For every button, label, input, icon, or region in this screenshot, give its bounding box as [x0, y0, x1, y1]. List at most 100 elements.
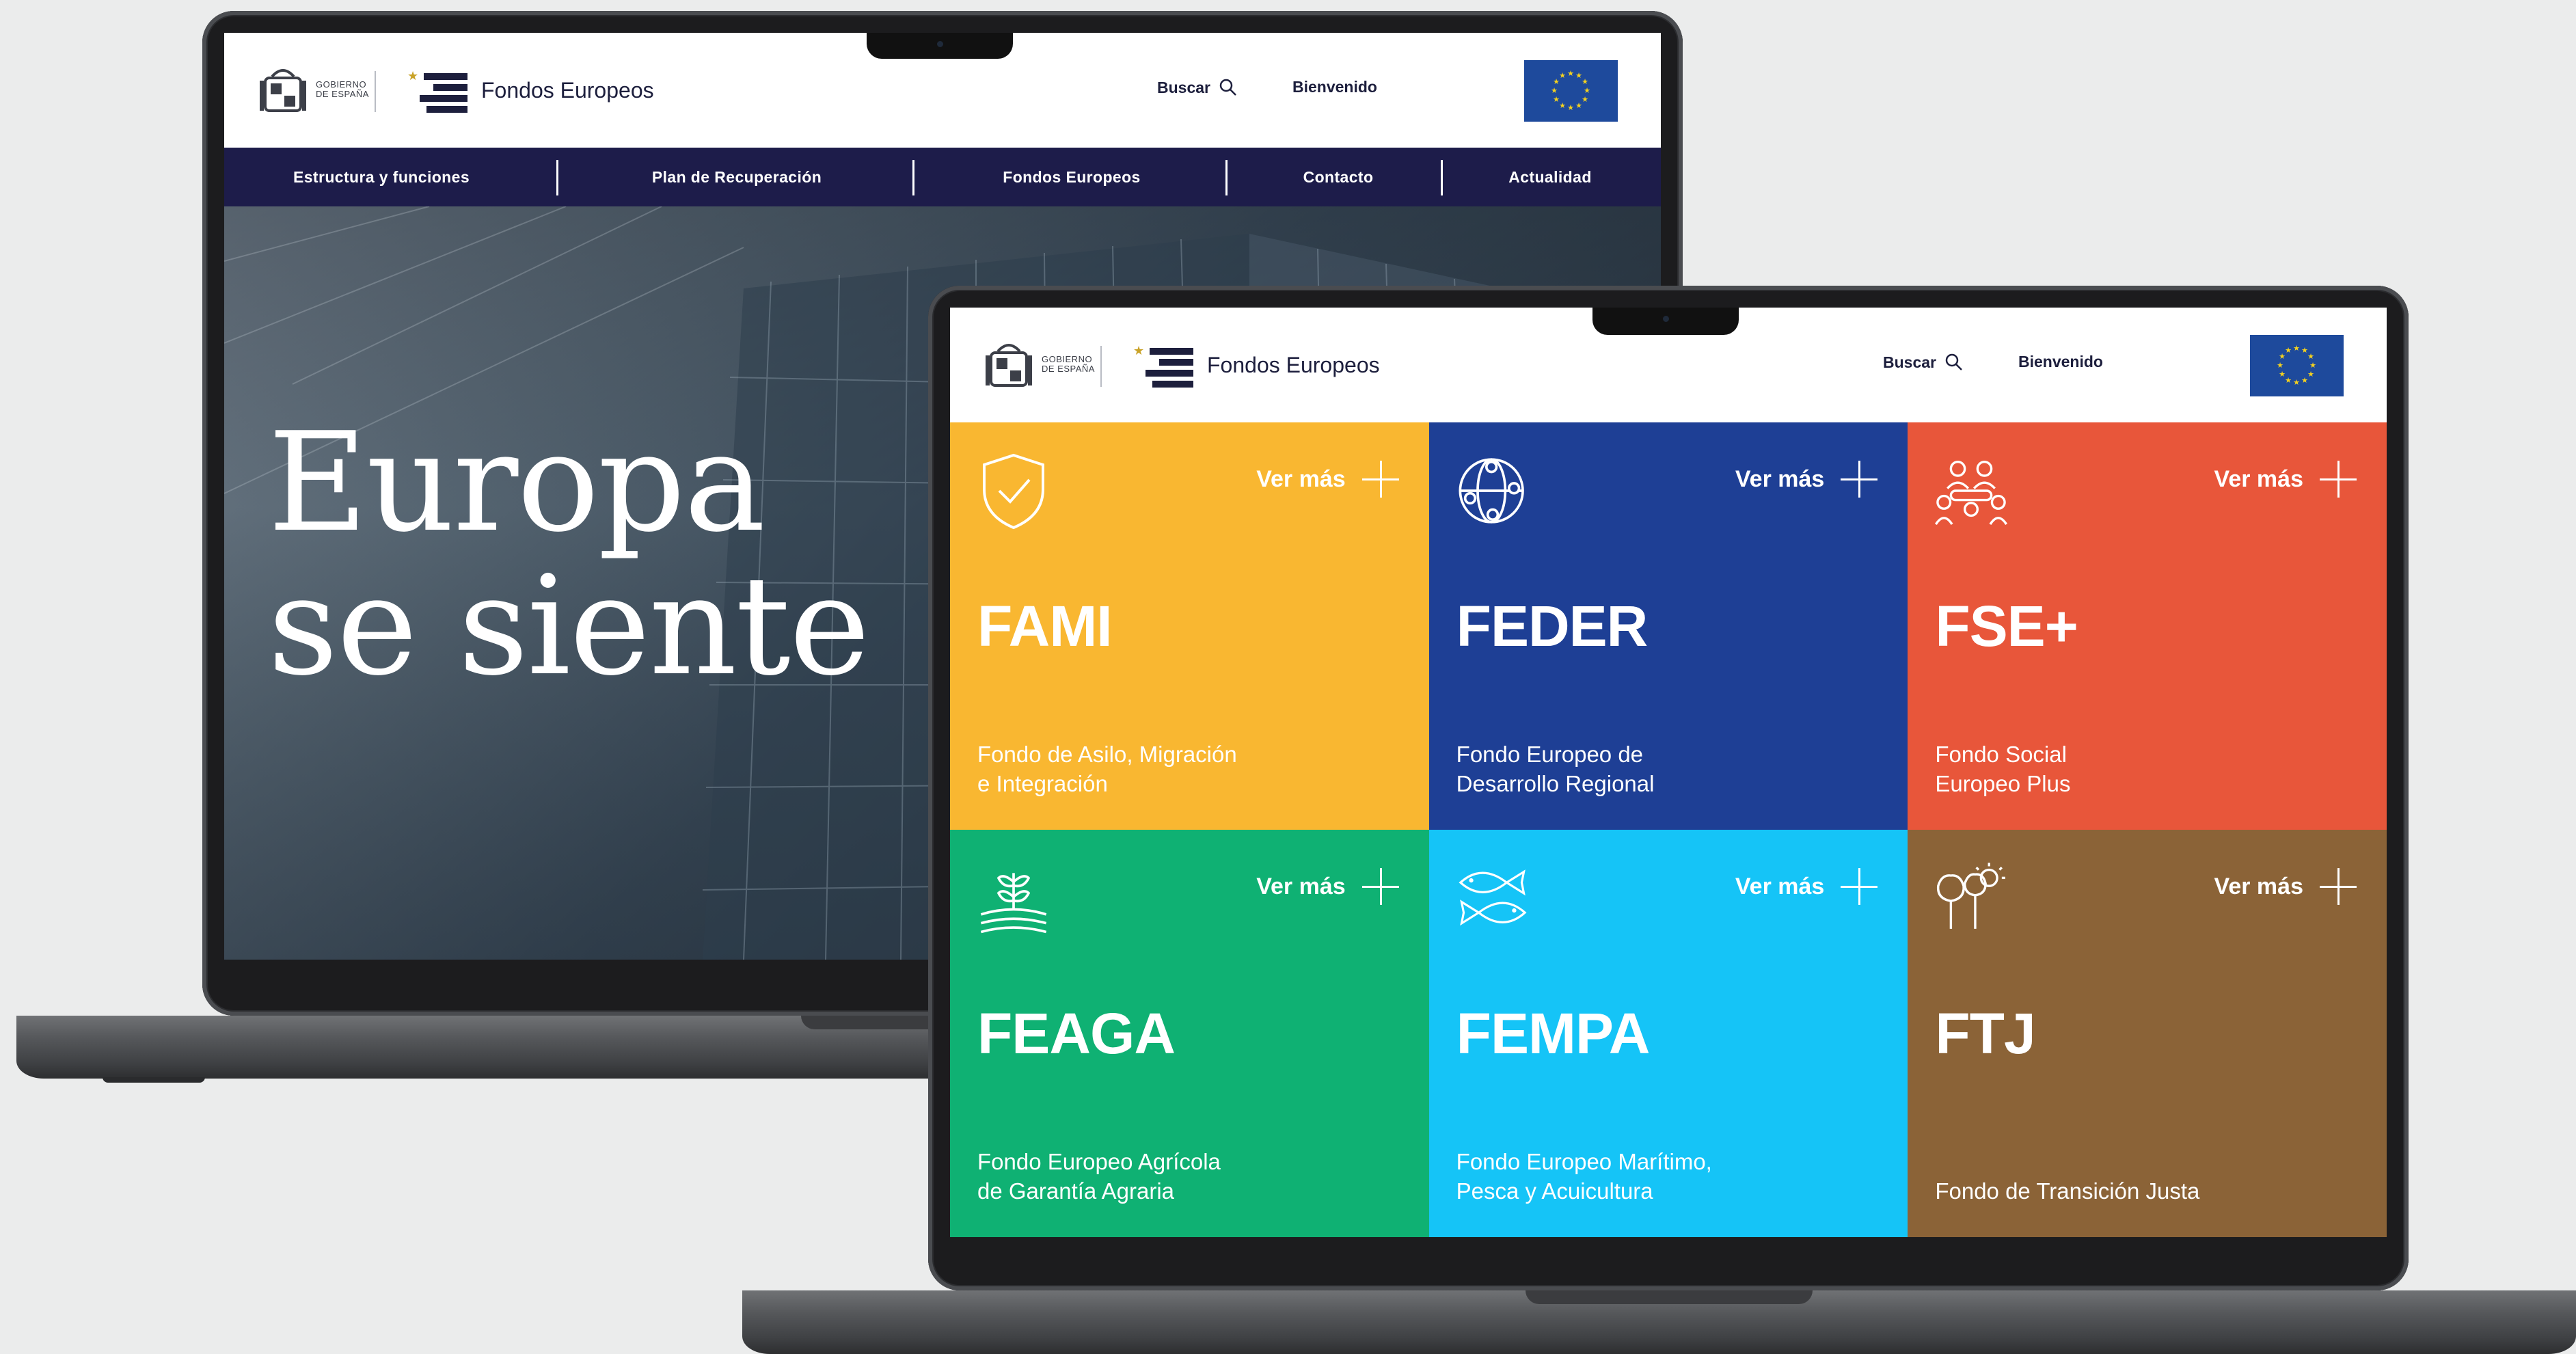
fund-name-line2: de Garantía Agraria — [977, 1178, 1175, 1204]
fund-code: FSE+ — [1935, 594, 2078, 658]
search-icon — [1945, 353, 1962, 370]
fund-name: Fondo Europeo Marítimo, Pesca y Acuicult… — [1456, 1147, 1812, 1206]
nav-item-estructura[interactable]: Estructura y funciones — [224, 168, 539, 187]
fund-name: Fondo Europeo de Desarrollo Regional — [1456, 740, 1812, 798]
fund-name-line2: Pesca y Acuicultura — [1456, 1178, 1653, 1204]
fund-name: Fondo Social Europeo Plus — [1935, 740, 2290, 798]
svg-text:★: ★ — [1559, 102, 1566, 110]
ver-mas-label: Ver más — [1256, 465, 1346, 492]
nav-item-contacto[interactable]: Contacto — [1236, 168, 1441, 187]
svg-text:★: ★ — [1553, 96, 1560, 104]
fund-name-line1: Fondo de Transición Justa — [1935, 1178, 2200, 1204]
gov-line2: DE ESPAÑA — [1042, 364, 1095, 374]
fund-card-fami[interactable]: Ver más FAMI Fondo de Asilo, Migración e… — [950, 422, 1429, 830]
site-title: Fondos Europeos — [481, 77, 654, 103]
svg-text:★: ★ — [2301, 377, 2308, 385]
plus-icon — [1361, 868, 1399, 905]
sprout-field-icon — [980, 873, 1047, 934]
fund-code: FEMPA — [1456, 1001, 1651, 1066]
svg-text:★: ★ — [1582, 96, 1588, 104]
nav-item-plan-recuperacion[interactable]: Plan de Recuperación — [566, 168, 908, 187]
ver-mas-link[interactable]: Ver más — [1256, 461, 1399, 498]
shield-check-icon — [983, 453, 1044, 530]
search-link[interactable]: Buscar — [1157, 78, 1238, 97]
fund-code: FEDER — [1456, 594, 1649, 658]
fund-card-feder[interactable]: Ver más FEDER Fondo Europeo de Desarroll… — [1428, 422, 1908, 830]
plus-icon — [1841, 461, 1878, 498]
people-meeting-icon — [1935, 461, 2008, 526]
nav-separator — [912, 160, 914, 195]
main-nav: Estructura y funciones Plan de Recuperac… — [224, 148, 1661, 206]
fondos-europeos-logo[interactable]: ★ Fondos Europeos — [406, 63, 654, 118]
fund-card-feaga[interactable]: Ver más FEAGA Fondo Europeo Agrícola de … — [950, 830, 1429, 1237]
coat-of-arms-icon — [986, 344, 1032, 387]
svg-text:★: ★ — [1559, 72, 1566, 80]
fund-code: FEAGA — [977, 1001, 1176, 1066]
fund-name: Fondo de Transición Justa — [1935, 1176, 2290, 1206]
svg-text:★: ★ — [2279, 370, 2286, 379]
coat-of-arms-icon — [260, 69, 306, 112]
ver-mas-link[interactable]: Ver más — [2214, 868, 2357, 905]
search-icon — [1219, 79, 1236, 96]
fund-name-line2: Desarrollo Regional — [1456, 771, 1655, 796]
nav-item-actualidad[interactable]: Actualidad — [1448, 168, 1653, 187]
fund-card-fempa[interactable]: Ver más FEMPA Fondo Europeo Marítimo, Pe… — [1428, 830, 1908, 1237]
fondos-flag-icon: ★ — [407, 69, 467, 113]
gov-logo[interactable]: GOBIERNO DE ESPAÑA — [258, 62, 369, 118]
svg-text:★: ★ — [2309, 362, 2316, 370]
ver-mas-link[interactable]: Ver más — [2214, 461, 2357, 498]
ver-mas-label: Ver más — [2214, 873, 2303, 899]
laptop-front-notch — [1592, 308, 1739, 335]
nav-separator — [1441, 160, 1443, 195]
fund-name-line1: Fondo de Asilo, Migración — [977, 742, 1237, 767]
plus-icon — [1841, 868, 1878, 905]
svg-text:★: ★ — [1584, 87, 1590, 95]
fund-name: Fondo Europeo Agrícola de Garantía Agrar… — [977, 1147, 1333, 1206]
ver-mas-link[interactable]: Ver más — [1735, 461, 1878, 498]
fund-name-line1: Fondo Europeo Agrícola — [977, 1149, 1221, 1174]
fund-code: FTJ — [1935, 1001, 2035, 1066]
svg-text:★: ★ — [1567, 70, 1574, 78]
svg-text:★: ★ — [407, 69, 418, 83]
ver-mas-link[interactable]: Ver más — [1256, 868, 1399, 905]
logo-divider — [375, 71, 376, 112]
laptop-back-notch — [867, 33, 1013, 59]
ver-mas-label: Ver más — [2214, 465, 2303, 492]
fund-grid: Ver más FAMI Fondo de Asilo, Migración e… — [950, 422, 2387, 1237]
plus-icon — [2320, 868, 2357, 905]
svg-text:★: ★ — [1133, 344, 1144, 357]
fund-code: FAMI — [977, 594, 1113, 658]
search-label: Buscar — [1157, 78, 1210, 96]
globe-network-icon — [1459, 458, 1524, 524]
fondos-flag-icon: ★ — [1133, 344, 1193, 388]
laptop-back-foot — [103, 1077, 205, 1083]
svg-text:★: ★ — [2285, 377, 2292, 385]
fish-icon — [1459, 869, 1527, 926]
laptop-front-trackpad-notch — [1526, 1290, 1813, 1304]
logo-divider — [1100, 346, 1102, 387]
fund-name-line1: Fondo Social — [1935, 742, 2067, 767]
gov-logo[interactable]: GOBIERNO DE ESPAÑA — [984, 336, 1095, 392]
svg-text:★: ★ — [2307, 370, 2314, 379]
svg-text:★: ★ — [1567, 104, 1574, 112]
svg-text:★: ★ — [2307, 353, 2314, 361]
hero-title-line2: se siente — [268, 547, 870, 706]
ver-mas-link[interactable]: Ver más — [1735, 868, 1878, 905]
fund-card-fse-plus[interactable]: Ver más FSE+ Fondo Social Europeo Plus — [1908, 422, 2387, 830]
fund-name: Fondo de Asilo, Migración e Integración — [977, 740, 1333, 798]
eu-flag-icon: ★ ★ ★ ★ ★ ★ ★ ★ ★ ★ ★ ★ — [1524, 60, 1618, 122]
welcome-link[interactable]: Bienvenido — [2018, 353, 2103, 371]
fund-card-ftj[interactable]: Ver más FTJ Fondo de Transición Justa — [1908, 830, 2387, 1237]
search-link[interactable]: Buscar — [1883, 353, 1964, 372]
svg-text:★: ★ — [1582, 78, 1588, 86]
svg-text:★: ★ — [2293, 379, 2300, 387]
fund-name-line2: e Integración — [977, 771, 1108, 796]
welcome-link[interactable]: Bienvenido — [1292, 78, 1377, 96]
fondos-europeos-logo[interactable]: ★ Fondos Europeos — [1132, 338, 1380, 392]
svg-text:★: ★ — [1575, 102, 1582, 110]
nav-separator — [1225, 160, 1228, 195]
gov-line1: GOBIERNO — [1042, 354, 1093, 365]
fund-name-line1: Fondo Europeo de — [1456, 742, 1644, 767]
plus-icon — [1361, 461, 1399, 498]
nav-item-fondos-europeos[interactable]: Fondos Europeos — [921, 168, 1222, 187]
